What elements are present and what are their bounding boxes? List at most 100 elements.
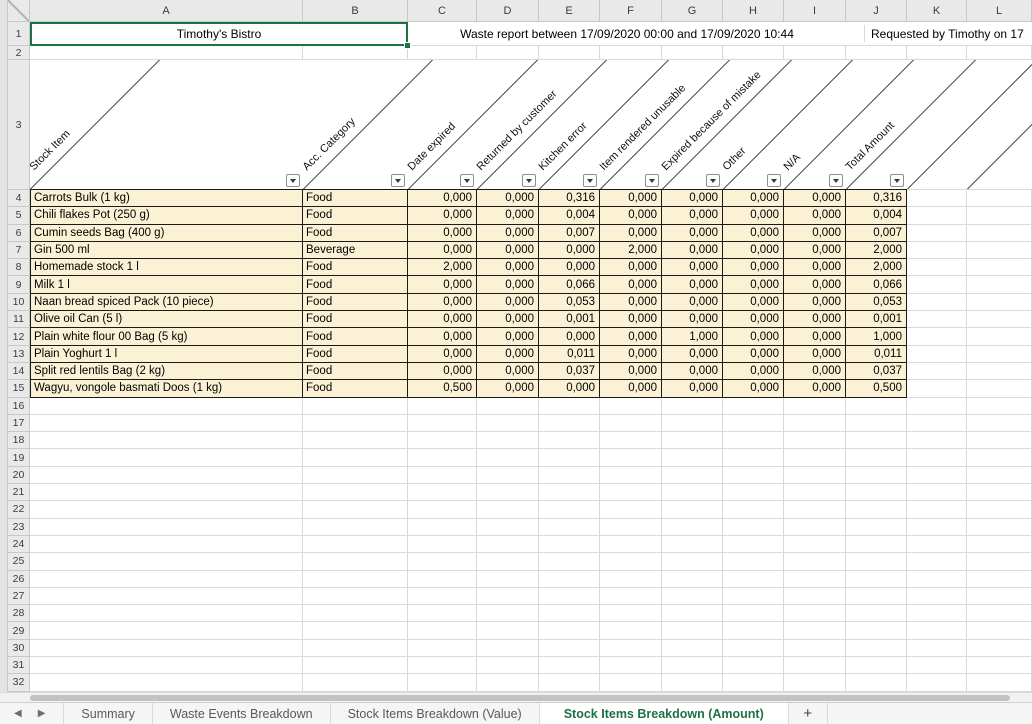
cell-F10[interactable]: 0,000: [600, 294, 662, 311]
cell-D4[interactable]: 0,000: [477, 190, 539, 207]
row-header-1[interactable]: 1: [8, 22, 30, 46]
cell-E26[interactable]: [539, 571, 600, 588]
row-header-6[interactable]: 6: [8, 225, 30, 242]
cell-I24[interactable]: [784, 536, 846, 553]
cell-D31[interactable]: [477, 657, 539, 674]
cell-E22[interactable]: [539, 501, 600, 518]
cell-C5[interactable]: 0,000: [408, 207, 477, 224]
cell-L4[interactable]: [967, 190, 1032, 207]
cell-J32[interactable]: [846, 674, 907, 691]
cell-H10[interactable]: 0,000: [723, 294, 784, 311]
cell-G5[interactable]: 0,000: [662, 207, 723, 224]
cell-L22[interactable]: [967, 501, 1032, 518]
cell-L7[interactable]: [967, 242, 1032, 259]
filter-button-E[interactable]: [583, 174, 597, 187]
column-header-A[interactable]: A: [30, 0, 303, 22]
cell-A5[interactable]: Chili flakes Pot (250 g): [30, 207, 303, 224]
cell-F13[interactable]: 0,000: [600, 346, 662, 363]
cell-B10[interactable]: Food: [303, 294, 408, 311]
cell-A32[interactable]: [30, 674, 303, 691]
fill-handle[interactable]: [404, 42, 411, 49]
cell-J19[interactable]: [846, 449, 907, 466]
cell-K22[interactable]: [907, 501, 967, 518]
row-header-7[interactable]: 7: [8, 242, 30, 259]
cell-requested-by[interactable]: Requested by Timothy on 17: [871, 22, 1024, 46]
cell-F27[interactable]: [600, 588, 662, 605]
cell-A18[interactable]: [30, 432, 303, 449]
row-header-3[interactable]: 3: [8, 60, 30, 190]
cell-J14[interactable]: 0,037: [846, 363, 907, 380]
cell-K6[interactable]: [907, 225, 967, 242]
column-header-K[interactable]: K: [907, 0, 967, 22]
cell-G15[interactable]: 0,000: [662, 380, 723, 397]
cell-H7[interactable]: 0,000: [723, 242, 784, 259]
cell-L12[interactable]: [967, 328, 1032, 345]
cell-C17[interactable]: [408, 415, 477, 432]
cell-F14[interactable]: 0,000: [600, 363, 662, 380]
cell-F9[interactable]: 0,000: [600, 276, 662, 293]
cell-K32[interactable]: [907, 674, 967, 691]
cell-B17[interactable]: [303, 415, 408, 432]
cell-I17[interactable]: [784, 415, 846, 432]
cell-J4[interactable]: 0,316: [846, 190, 907, 207]
cell-F31[interactable]: [600, 657, 662, 674]
filter-button-C[interactable]: [460, 174, 474, 187]
cell-B20[interactable]: [303, 467, 408, 484]
cell-L9[interactable]: [967, 276, 1032, 293]
cell-L21[interactable]: [967, 484, 1032, 501]
cell-B19[interactable]: [303, 449, 408, 466]
cell-H8[interactable]: 0,000: [723, 259, 784, 276]
cell-D15[interactable]: 0,000: [477, 380, 539, 397]
cell-G14[interactable]: 0,000: [662, 363, 723, 380]
cell-G18[interactable]: [662, 432, 723, 449]
cell-H12[interactable]: 0,000: [723, 328, 784, 345]
cell-A8[interactable]: Homemade stock 1 l: [30, 259, 303, 276]
cell-E13[interactable]: 0,011: [539, 346, 600, 363]
cell-B25[interactable]: [303, 553, 408, 570]
cell-D24[interactable]: [477, 536, 539, 553]
cell-K11[interactable]: [907, 311, 967, 328]
cell-K16[interactable]: [907, 398, 967, 415]
cell-C24[interactable]: [408, 536, 477, 553]
cell-L27[interactable]: [967, 588, 1032, 605]
cell-I6[interactable]: 0,000: [784, 225, 846, 242]
cell-K9[interactable]: [907, 276, 967, 293]
cell-C4[interactable]: 0,000: [408, 190, 477, 207]
cell-F32[interactable]: [600, 674, 662, 691]
cell-D12[interactable]: 0,000: [477, 328, 539, 345]
column-header-D[interactable]: D: [477, 0, 539, 22]
cell-F6[interactable]: 0,000: [600, 225, 662, 242]
cell-C9[interactable]: 0,000: [408, 276, 477, 293]
cell-D2[interactable]: [477, 46, 539, 60]
cell-G21[interactable]: [662, 484, 723, 501]
cell-B27[interactable]: [303, 588, 408, 605]
cell-G9[interactable]: 0,000: [662, 276, 723, 293]
cell-L23[interactable]: [967, 519, 1032, 536]
cell-A15[interactable]: Wagyu, vongole basmati Doos (1 kg): [30, 380, 303, 397]
cell-B6[interactable]: Food: [303, 225, 408, 242]
cell-H31[interactable]: [723, 657, 784, 674]
cell-D25[interactable]: [477, 553, 539, 570]
cell-G23[interactable]: [662, 519, 723, 536]
cell-A2[interactable]: [30, 46, 303, 60]
row-header-18[interactable]: 18: [8, 432, 30, 449]
cell-E7[interactable]: 0,000: [539, 242, 600, 259]
row-header-14[interactable]: 14: [8, 363, 30, 380]
cell-D8[interactable]: 0,000: [477, 259, 539, 276]
cell-C30[interactable]: [408, 640, 477, 657]
cell-H29[interactable]: [723, 622, 784, 639]
cell-F24[interactable]: [600, 536, 662, 553]
cell-D18[interactable]: [477, 432, 539, 449]
cell-D26[interactable]: [477, 571, 539, 588]
cell-B9[interactable]: Food: [303, 276, 408, 293]
cell-J27[interactable]: [846, 588, 907, 605]
cell-B26[interactable]: [303, 571, 408, 588]
cell-B30[interactable]: [303, 640, 408, 657]
cell-D30[interactable]: [477, 640, 539, 657]
cell-F30[interactable]: [600, 640, 662, 657]
row-header-17[interactable]: 17: [8, 415, 30, 432]
cell-A30[interactable]: [30, 640, 303, 657]
cell-A10[interactable]: Naan bread spiced Pack (10 piece): [30, 294, 303, 311]
cell-B21[interactable]: [303, 484, 408, 501]
cell-F17[interactable]: [600, 415, 662, 432]
